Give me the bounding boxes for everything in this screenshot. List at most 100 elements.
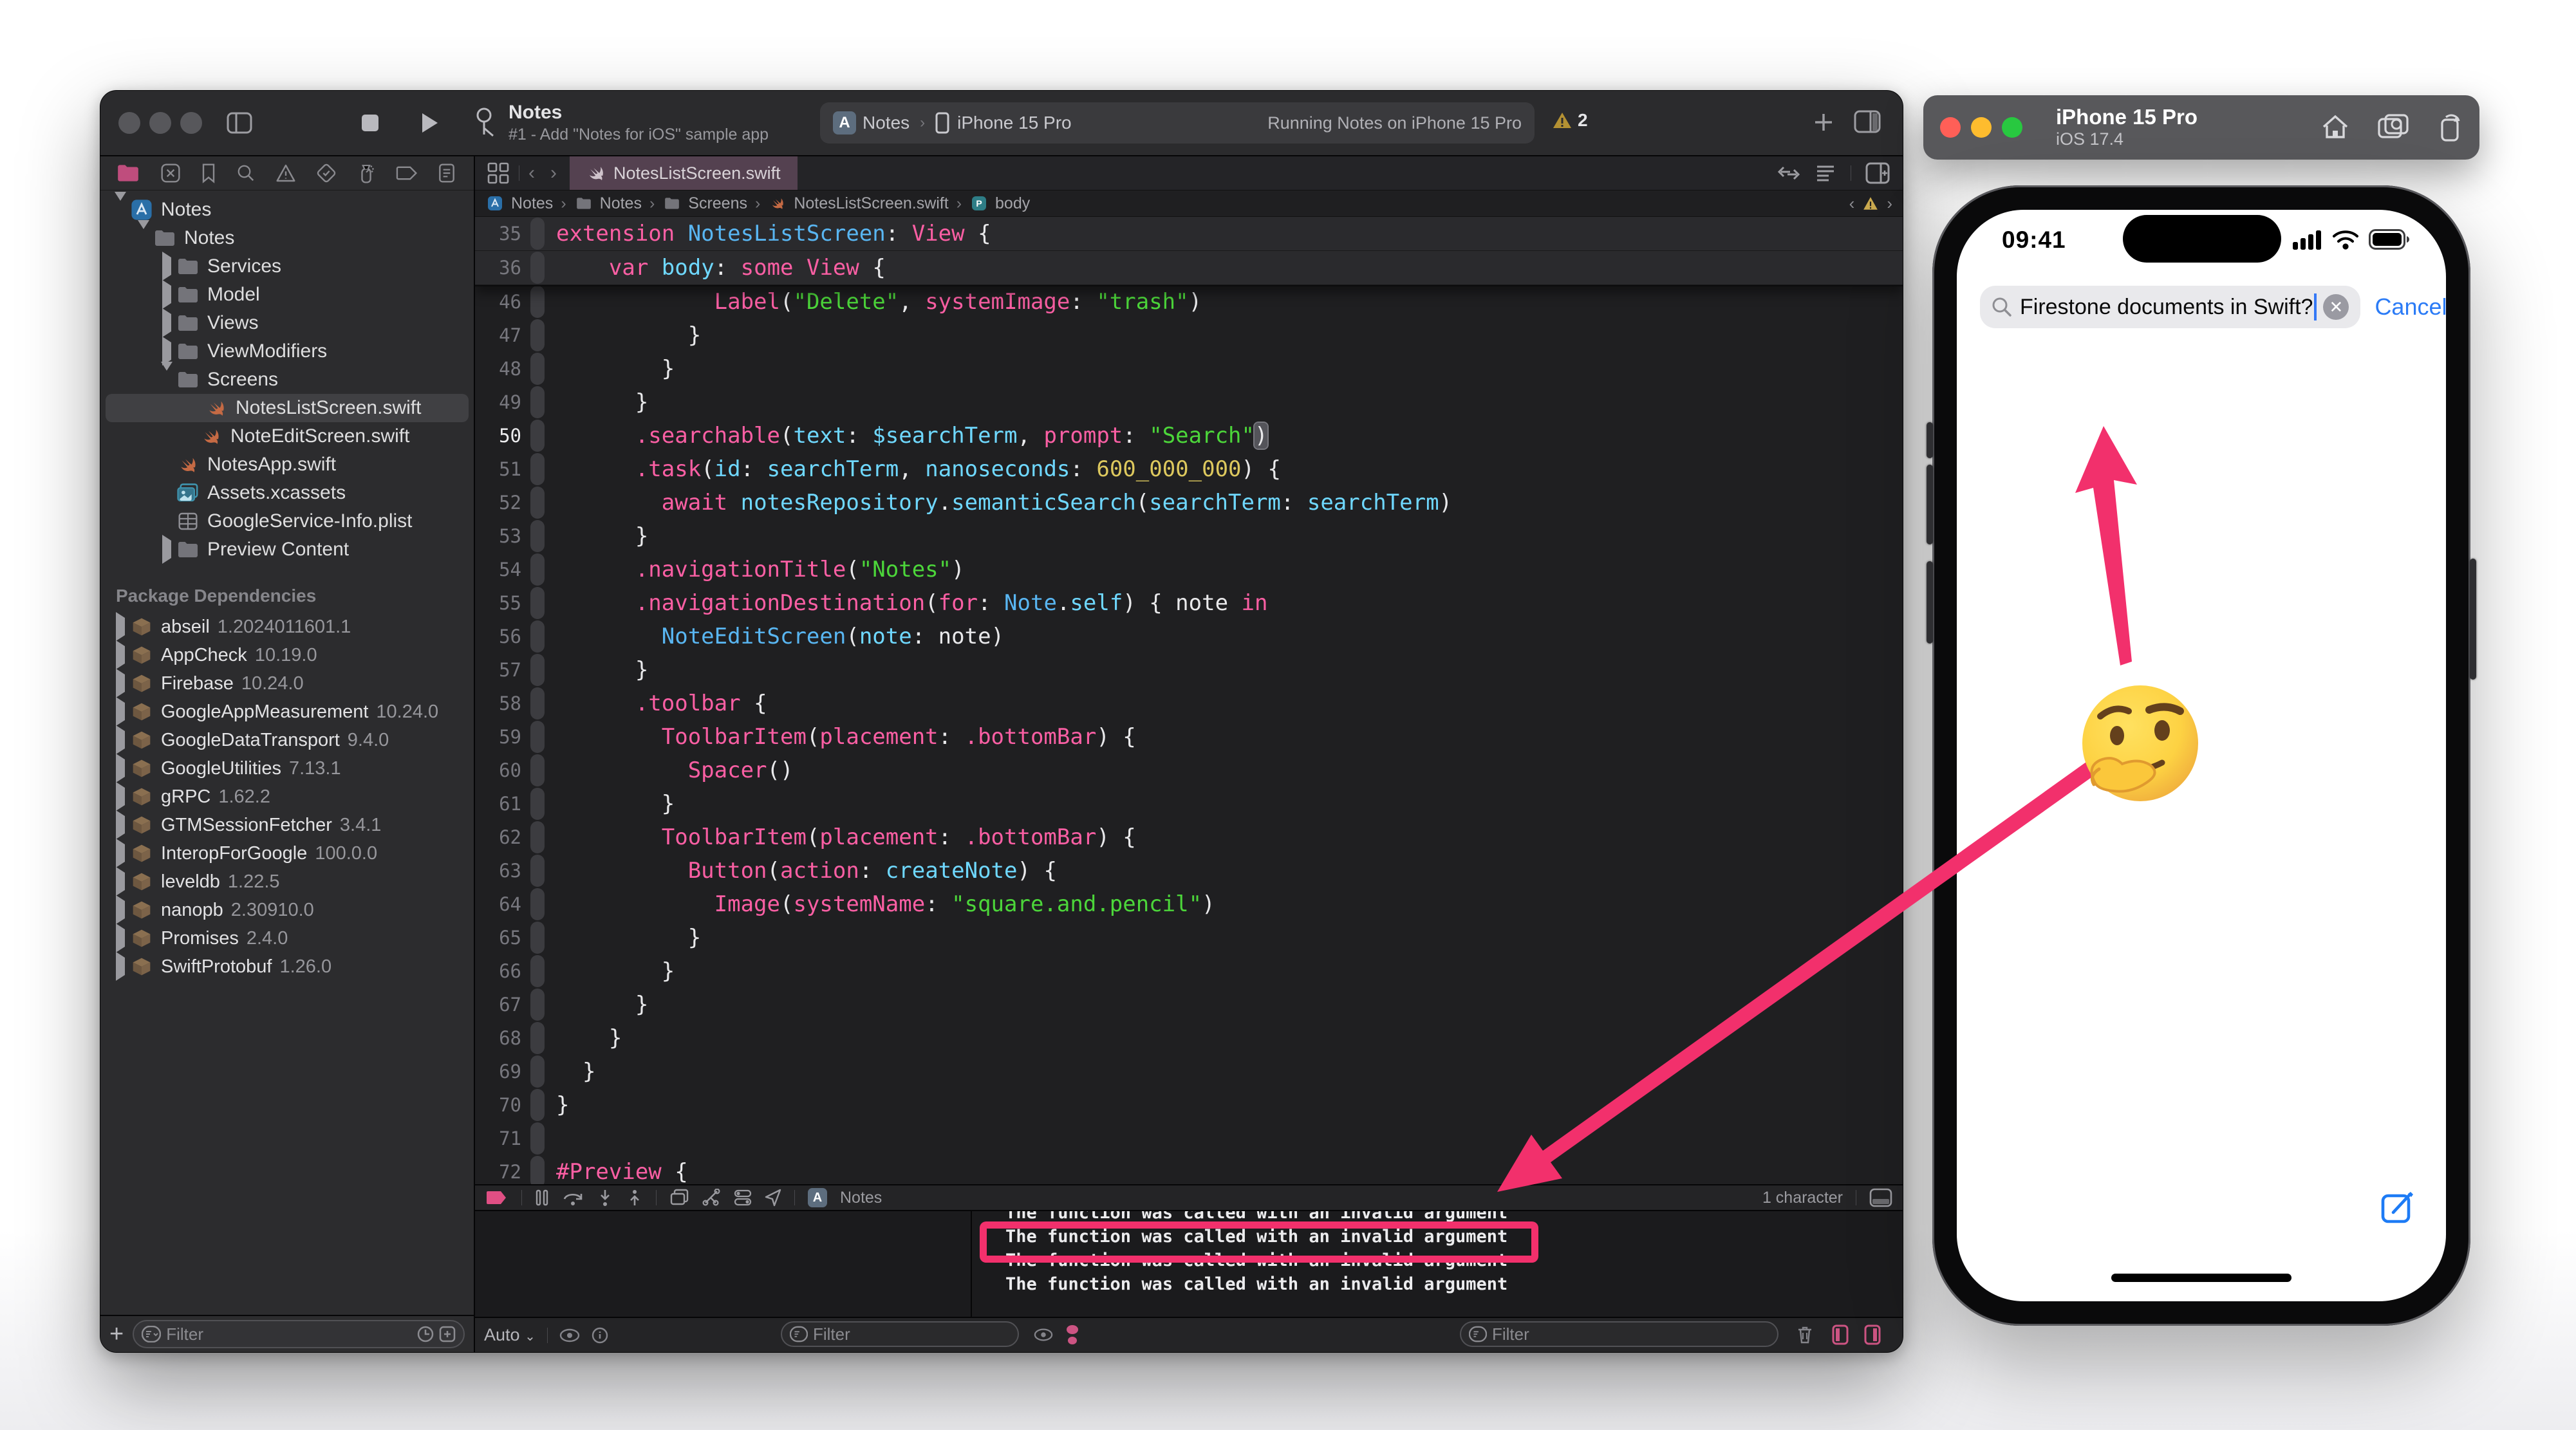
breakpoints-toggle-icon[interactable]	[485, 1189, 509, 1206]
search-query[interactable]: Firestone documents in Swift?	[2020, 295, 2313, 320]
line-number[interactable]: 65	[475, 927, 530, 949]
home-icon[interactable]	[2321, 114, 2349, 141]
clear-console-icon[interactable]	[1796, 1324, 1814, 1345]
line-number[interactable]: 66	[475, 960, 530, 982]
line-number[interactable]: 56	[475, 626, 530, 647]
warnings-badge[interactable]: 2	[1552, 110, 1588, 131]
back-button[interactable]: ‹	[528, 162, 535, 184]
package-item-appcheck[interactable]: AppCheck 10.19.0	[100, 640, 474, 669]
breadcrumb-item[interactable]: Screens	[688, 194, 747, 213]
code-review-icon[interactable]	[1777, 163, 1800, 183]
package-item-grpc[interactable]: gRPC 1.62.2	[100, 782, 474, 811]
line-number[interactable]: 69	[475, 1061, 530, 1082]
compose-note-button[interactable]	[2380, 1189, 2416, 1225]
line-number[interactable]: 35	[475, 223, 530, 245]
code-line-64[interactable]: 64 Image(systemName: "square.and.pencil"…	[475, 887, 1903, 921]
tree-item-noteeditscreen-swift[interactable]: NoteEditScreen.swift	[100, 422, 474, 450]
package-item-nanopb[interactable]: nanopb 2.30910.0	[100, 895, 474, 924]
step-into-icon[interactable]	[597, 1189, 613, 1207]
variables-view-mode[interactable]: Auto ⌄	[484, 1325, 536, 1345]
fold-ribbon[interactable]	[530, 386, 545, 418]
zoom-button[interactable]	[180, 112, 202, 134]
prev-issue-icon[interactable]: ‹	[1849, 194, 1855, 214]
fold-ribbon[interactable]	[530, 888, 545, 920]
fold-ribbon[interactable]	[530, 420, 545, 452]
tree-item-views[interactable]: Views	[100, 308, 474, 337]
minimize-button[interactable]	[149, 112, 171, 134]
editor-layout-icon[interactable]	[1854, 110, 1881, 133]
add-file-button[interactable]: +	[109, 1322, 124, 1346]
tab-notesListScreen[interactable]: NotesListScreen.swift	[570, 156, 798, 190]
tree-item-viewmodifiers[interactable]: ViewModifiers	[100, 337, 474, 366]
add-editor-icon[interactable]	[1865, 162, 1890, 184]
rotate-icon[interactable]	[2437, 113, 2463, 142]
disclosure-right-icon[interactable]	[158, 280, 175, 309]
sim-zoom-button[interactable]	[2002, 117, 2022, 138]
code-line-65[interactable]: 65 }	[475, 921, 1903, 954]
fold-ribbon[interactable]	[530, 687, 545, 720]
simulate-location-icon[interactable]	[765, 1189, 781, 1207]
fold-ribbon[interactable]	[530, 218, 545, 250]
navigator-tab-breakpoints-icon[interactable]	[396, 165, 418, 181]
forward-button[interactable]: ›	[550, 162, 557, 184]
breadcrumb-item[interactable]: body	[995, 194, 1030, 213]
tree-item-notesapp-swift[interactable]: NotesApp.swift	[100, 450, 474, 479]
run-destination[interactable]: iPhone 15 Pro	[957, 113, 1071, 133]
package-item-abseil[interactable]: abseil 1.2024011601.1	[100, 612, 474, 641]
line-number[interactable]: 71	[475, 1128, 530, 1149]
code-line-35[interactable]: 35 extension NotesListScreen: View {	[475, 217, 1903, 251]
code-line-63[interactable]: 63 Button(action: createNote) {	[475, 854, 1903, 887]
line-number[interactable]: 67	[475, 994, 530, 1016]
tree-item-notes[interactable]: Notes	[100, 192, 474, 224]
fold-ribbon[interactable]	[530, 721, 545, 753]
tree-item-preview-content[interactable]: Preview Content	[100, 535, 474, 564]
code-line-61[interactable]: 61 }	[475, 787, 1903, 821]
tree-item-assets-xcassets[interactable]: Assets.xcassets	[100, 479, 474, 507]
line-number[interactable]: 52	[475, 492, 530, 514]
code-line-66[interactable]: 66 }	[475, 954, 1903, 988]
package-item-interopforgoogle[interactable]: InteropForGoogle 100.0.0	[100, 839, 474, 868]
fold-ribbon[interactable]	[530, 286, 545, 318]
code-line-62[interactable]: 62 ToolbarItem(placement: .bottomBar) {	[475, 821, 1903, 854]
tree-item-model[interactable]: Model	[100, 280, 474, 309]
tree-item-notes[interactable]: Notes	[100, 220, 474, 252]
disclosure-right-icon[interactable]	[158, 252, 175, 281]
line-number[interactable]: 57	[475, 659, 530, 681]
disclosure-right-icon[interactable]	[112, 952, 129, 981]
tree-item-screens[interactable]: Screens	[100, 362, 474, 394]
disclosure-right-icon[interactable]	[112, 697, 129, 726]
line-number[interactable]: 72	[475, 1161, 530, 1183]
disclosure-down-icon[interactable]	[112, 192, 129, 219]
console-eye-icon[interactable]	[1034, 1327, 1053, 1342]
disclosure-right-icon[interactable]	[112, 839, 129, 868]
environment-overrides-icon[interactable]	[734, 1189, 752, 1207]
fold-ribbon[interactable]	[530, 1156, 545, 1184]
line-number[interactable]: 62	[475, 826, 530, 848]
code-line-58[interactable]: 58 .toolbar {	[475, 687, 1903, 720]
package-item-googledatatransport[interactable]: GoogleDataTransport 9.4.0	[100, 725, 474, 754]
line-number[interactable]: 55	[475, 592, 530, 614]
navigator-tab-find-icon[interactable]	[236, 163, 256, 183]
code-line-67[interactable]: 67 }	[475, 988, 1903, 1021]
recent-files-icon[interactable]	[417, 1326, 434, 1342]
fold-ribbon[interactable]	[530, 821, 545, 853]
run-button[interactable]	[420, 112, 439, 134]
line-number[interactable]: 54	[475, 559, 530, 580]
breadcrumb-item[interactable]: NotesListScreen.swift	[794, 194, 948, 213]
show-only-run-icon[interactable]	[559, 1328, 580, 1342]
sim-close-button[interactable]	[1940, 117, 1961, 138]
code-line-52[interactable]: 52 await notesRepository.semanticSearch(…	[475, 486, 1903, 519]
variables-filter-field[interactable]: Filter	[781, 1321, 1019, 1347]
line-number[interactable]: 59	[475, 726, 530, 748]
variables-pane-toggle-icon[interactable]	[1832, 1324, 1849, 1345]
fold-ribbon[interactable]	[530, 520, 545, 552]
sidebar-toggle-icon[interactable]	[227, 112, 252, 134]
fold-ribbon[interactable]	[530, 553, 545, 586]
disclosure-right-icon[interactable]	[112, 669, 129, 698]
code-line-47[interactable]: 47 }	[475, 319, 1903, 352]
step-out-icon[interactable]	[626, 1189, 643, 1207]
navigator-tab-source-control-icon[interactable]	[160, 163, 181, 183]
console-filter-field[interactable]: Filter	[1460, 1321, 1778, 1347]
disclosure-right-icon[interactable]	[158, 535, 175, 564]
code-line-54[interactable]: 54 .navigationTitle("Notes")	[475, 553, 1903, 586]
